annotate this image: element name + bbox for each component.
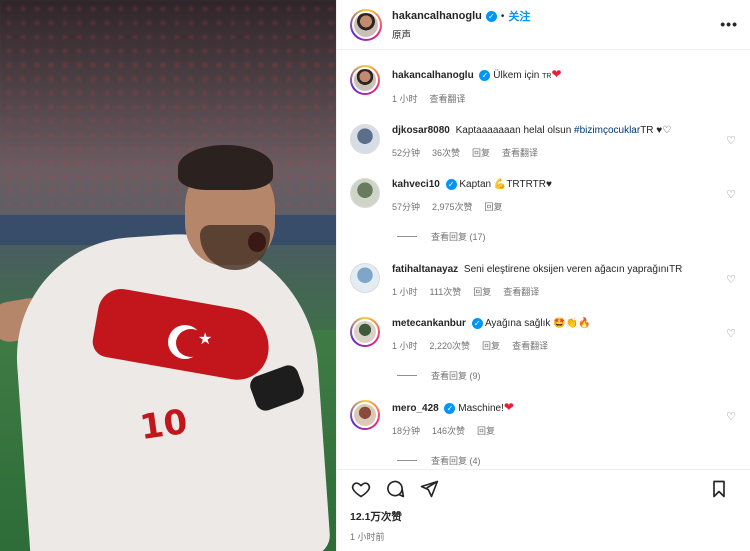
share-send-icon[interactable] <box>417 477 441 501</box>
commenter-username[interactable]: kahveci10 <box>392 179 440 190</box>
comment-likes[interactable]: 111次赞 <box>430 285 462 298</box>
comment-time[interactable]: 1 小时 <box>392 285 418 298</box>
view-replies-button[interactable]: 查看回复 (9) <box>397 369 738 382</box>
translate-link[interactable]: 查看翻译 <box>503 285 539 298</box>
post-video[interactable]: ★ 10 <box>0 0 336 551</box>
comment-bubble-icon[interactable] <box>383 477 407 501</box>
comment-item: kahveci10 ✓ Kaptan 💪TRTRTR♥ 57分钟 2,975次赞… <box>350 178 738 213</box>
like-heart-icon[interactable] <box>349 477 373 501</box>
commenter-avatar[interactable] <box>350 178 380 208</box>
separator-dot: • <box>500 10 505 22</box>
comment-text: Kaptaaaaaaan helal olsun <box>455 125 575 136</box>
player-mouth <box>248 232 266 252</box>
heart-emoji: ❤ <box>551 67 562 81</box>
player-hair <box>178 145 273 190</box>
commenter-avatar[interactable] <box>350 400 380 430</box>
comments-list[interactable]: hakancalhanoglu ✓ Ülkem için TR❤ 1 小时 查看… <box>337 50 750 469</box>
author-avatar[interactable] <box>350 8 382 41</box>
reply-button[interactable]: 回复 <box>477 424 495 437</box>
commenter-username[interactable]: metecankanbur <box>392 318 466 329</box>
comment-time[interactable]: 52分钟 <box>392 146 420 159</box>
like-comment-icon[interactable]: ♡ <box>726 188 736 201</box>
verified-badge-icon: ✓ <box>485 10 497 22</box>
replies-line <box>397 460 417 461</box>
caption-time[interactable]: 1 小时 <box>392 92 418 105</box>
commenter-username[interactable]: mero_428 <box>392 403 439 414</box>
commenter-avatar[interactable] <box>350 263 380 293</box>
view-replies-button[interactable]: 查看回复 (4) <box>397 454 738 467</box>
comment-likes[interactable]: 146次赞 <box>432 424 465 437</box>
verified-badge-icon: ✓ <box>471 318 483 329</box>
comment-item: mero_428 ✓ Maschine!❤ 18分钟 146次赞 回复 ♡ <box>350 400 738 437</box>
caption-username[interactable]: hakancalhanoglu <box>392 70 474 81</box>
caption: hakancalhanoglu ✓ Ülkem için TR❤ 1 小时 查看… <box>350 65 738 105</box>
comment-time[interactable]: 18分钟 <box>392 424 420 437</box>
bookmark-icon[interactable] <box>707 477 731 501</box>
like-comment-icon[interactable]: ♡ <box>726 327 736 340</box>
comment-time[interactable]: 57分钟 <box>392 200 420 213</box>
heart-emoji: ❤ <box>503 400 514 414</box>
author-username[interactable]: hakancalhanoglu <box>392 10 482 22</box>
caption-avatar[interactable] <box>350 65 380 95</box>
reply-button[interactable]: 回复 <box>485 200 503 213</box>
crowd-background <box>0 0 336 240</box>
translate-link[interactable]: 查看翻译 <box>502 146 538 159</box>
commenter-username[interactable]: djkosar8080 <box>392 125 450 136</box>
comment-item: metecankanbur ✓ Ayağına sağlık 🤩👏🔥 1 小时 … <box>350 317 738 352</box>
post-view: ★ 10 hakancalhanoglu ✓ • 关注 原声 ••• hakan… <box>0 0 750 551</box>
translate-link[interactable]: 查看翻译 <box>430 92 466 105</box>
commenter-avatar[interactable] <box>350 317 380 347</box>
comment-item: fatihaltanayaz Seni eleştirene oksijen v… <box>350 263 738 298</box>
comment-likes[interactable]: 2,220次赞 <box>430 339 471 352</box>
caption-text: Ülkem için <box>493 70 540 81</box>
jersey-number: 10 <box>137 401 190 449</box>
replies-line <box>397 375 417 376</box>
comment-likes[interactable]: 36次赞 <box>432 146 460 159</box>
more-options-icon[interactable]: ••• <box>720 16 738 32</box>
action-bar <box>337 469 750 507</box>
verified-badge-icon: ✓ <box>445 179 457 190</box>
like-comment-icon[interactable]: ♡ <box>726 273 736 286</box>
comment-time[interactable]: 1 小时 <box>392 339 418 352</box>
post-side-panel: hakancalhanoglu ✓ • 关注 原声 ••• hakancalha… <box>336 0 750 551</box>
view-replies-label[interactable]: 查看回复 (17) <box>431 230 486 243</box>
crescent-emblem <box>168 325 206 359</box>
post-time[interactable]: 1 小时前 <box>337 524 750 551</box>
hashtag-link[interactable]: #bizimçocuklar <box>574 125 640 136</box>
follow-button[interactable]: 关注 <box>508 8 530 24</box>
verified-badge-icon: ✓ <box>444 403 456 414</box>
verified-badge-icon: ✓ <box>479 70 491 81</box>
view-replies-button[interactable]: 查看回复 (17) <box>397 230 738 243</box>
comment-tail: TR ♥♡ <box>640 125 672 136</box>
comment-text: Kaptan 💪TRTRTR♥ <box>459 179 552 190</box>
audio-label[interactable]: 原声 <box>392 27 530 41</box>
comment-likes[interactable]: 2,975次赞 <box>432 200 473 213</box>
comment-text: Maschine! <box>458 403 504 414</box>
commenter-avatar[interactable] <box>350 124 380 154</box>
post-header: hakancalhanoglu ✓ • 关注 原声 ••• <box>337 0 750 50</box>
replies-line <box>397 236 417 237</box>
commenter-username[interactable]: fatihaltanayaz <box>392 264 458 275</box>
like-comment-icon[interactable]: ♡ <box>726 134 736 147</box>
comment-text: Ayağına sağlık 🤩👏🔥 <box>484 318 591 329</box>
reply-button[interactable]: 回复 <box>473 285 491 298</box>
comment-text: Seni eleştirene oksijen veren ağacın yap… <box>463 264 683 275</box>
comment-item: djkosar8080 Kaptaaaaaaan helal olsun #bi… <box>350 124 738 159</box>
star-emblem: ★ <box>198 331 213 348</box>
like-comment-icon[interactable]: ♡ <box>726 410 736 423</box>
like-count[interactable]: 12.1万次赞 <box>337 507 750 524</box>
translate-link[interactable]: 查看翻译 <box>512 339 548 352</box>
view-replies-label[interactable]: 查看回复 (9) <box>431 369 481 382</box>
view-replies-label[interactable]: 查看回复 (4) <box>431 454 481 467</box>
reply-button[interactable]: 回复 <box>472 146 490 159</box>
reply-button[interactable]: 回复 <box>482 339 500 352</box>
flag-tag: TR <box>542 73 552 80</box>
